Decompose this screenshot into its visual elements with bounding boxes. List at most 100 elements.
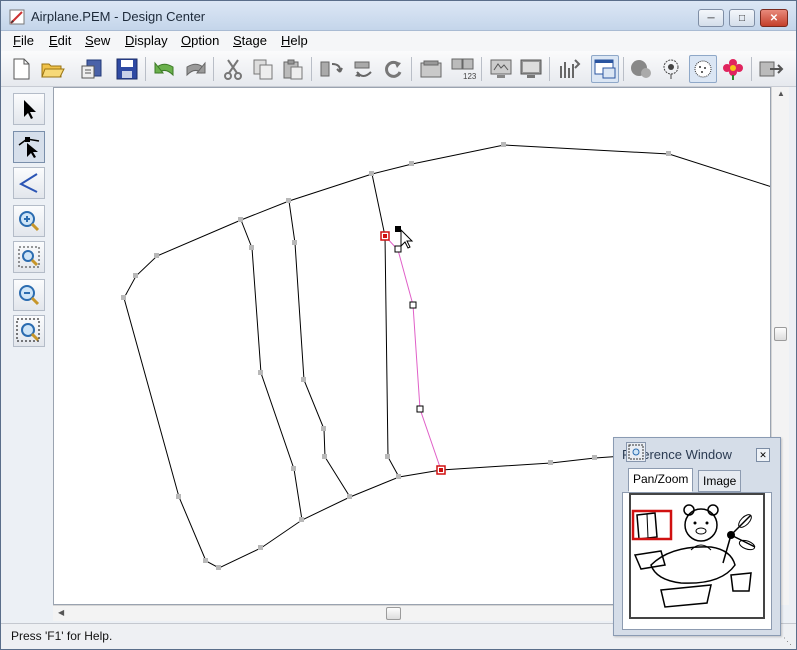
zoom-select-icon	[16, 318, 40, 342]
fit-view-button[interactable]	[626, 442, 646, 462]
redo-button[interactable]	[181, 55, 209, 83]
rotate-right-button[interactable]	[349, 55, 377, 83]
zoom-in-button[interactable]	[13, 205, 45, 237]
node-points[interactable]	[121, 142, 671, 570]
teddy-bear-airplane-image	[631, 504, 756, 608]
flower-color-button[interactable]	[719, 55, 747, 83]
control-handle[interactable]	[409, 301, 417, 309]
open-button[interactable]	[39, 55, 67, 83]
sequence-icon: 123	[451, 58, 476, 81]
flower-button[interactable]	[657, 55, 685, 83]
fill-button[interactable]	[689, 55, 717, 83]
app-icon	[9, 9, 25, 25]
frame-button[interactable]	[417, 55, 445, 83]
mouse-cursor-icon	[400, 228, 414, 249]
display-icon	[520, 59, 542, 78]
save-icon	[116, 58, 138, 80]
select-tool-button[interactable]	[13, 93, 45, 125]
reference-window-close-button[interactable]: ✕	[756, 448, 770, 462]
paste-button[interactable]	[279, 55, 307, 83]
import-icon	[81, 59, 102, 79]
minimize-button[interactable]: ─	[698, 9, 724, 27]
toolbar-separator	[549, 57, 550, 81]
fit-to-window-button[interactable]	[13, 241, 45, 273]
stitch-icon	[560, 59, 581, 78]
new-file-icon	[13, 58, 30, 80]
monitor-icon	[490, 59, 512, 78]
menu-edit[interactable]: Edit	[45, 33, 75, 48]
undo-icon	[154, 61, 174, 77]
copy-icon	[253, 59, 273, 80]
reference-window-button[interactable]	[591, 55, 619, 83]
toolbar-separator	[411, 57, 412, 81]
menu-bar: File Edit Sew Display Option Stage Help	[1, 31, 796, 51]
undo-button[interactable]	[151, 55, 179, 83]
export-icon	[759, 61, 784, 77]
menu-help[interactable]: Help	[277, 33, 312, 48]
active-node[interactable]	[395, 226, 401, 232]
save-button[interactable]	[113, 55, 141, 83]
selected-segment[interactable]	[384, 235, 442, 471]
title-bar[interactable]: Airplane.PEM - Design Center ─ □ ✕	[1, 1, 796, 31]
toolbar-separator	[623, 57, 624, 81]
monitor-button[interactable]	[487, 55, 515, 83]
cut-icon	[224, 59, 242, 80]
toolbar-separator	[751, 57, 752, 81]
fit-view-icon	[628, 444, 644, 460]
control-handle[interactable]	[416, 405, 424, 413]
tab-pan-zoom[interactable]: Pan/Zoom	[628, 468, 694, 492]
rotate-right-icon	[354, 61, 372, 77]
panel-line-3[interactable]	[371, 173, 400, 478]
zoom-out-button[interactable]	[13, 279, 45, 311]
close-icon: ✕	[759, 449, 767, 460]
zoom-in-icon	[19, 211, 40, 232]
menu-stage[interactable]: Stage	[229, 33, 271, 48]
refresh-button[interactable]	[379, 55, 407, 83]
maximize-button[interactable]: □	[729, 9, 755, 27]
control-handle[interactable]	[394, 245, 402, 253]
menu-display[interactable]: Display	[121, 33, 172, 48]
toolbar-separator	[311, 57, 312, 81]
import-button[interactable]	[77, 55, 105, 83]
menu-file[interactable]: File	[9, 33, 38, 48]
sequence-button[interactable]: 123	[449, 55, 477, 83]
point-edit-tool-button[interactable]	[13, 131, 45, 163]
scroll-left-icon[interactable]: ◀	[58, 608, 64, 617]
open-folder-icon	[41, 63, 65, 78]
flower-color-icon	[723, 59, 743, 80]
tab-image[interactable]: Image	[698, 470, 742, 492]
panel-line-2[interactable]	[288, 200, 351, 498]
new-button[interactable]	[7, 55, 35, 83]
copy-button[interactable]	[249, 55, 277, 83]
menu-sew[interactable]: Sew	[81, 33, 114, 48]
menu-option[interactable]: Option	[177, 33, 223, 48]
close-button[interactable]: ✕	[760, 9, 788, 27]
scroll-up-icon[interactable]: ▲	[777, 89, 785, 98]
horizontal-scroll-thumb[interactable]	[386, 607, 401, 620]
paste-icon	[283, 59, 303, 80]
close-icon: ✕	[769, 12, 779, 24]
main-window: Airplane.PEM - Design Center ─ □ ✕ File …	[0, 0, 797, 650]
select-arrow-icon	[24, 100, 36, 119]
display-button[interactable]	[517, 55, 545, 83]
redo-icon	[186, 61, 206, 77]
status-text: Press 'F1' for Help.	[11, 629, 113, 643]
color-button[interactable]	[627, 55, 655, 83]
vertical-scroll-thumb[interactable]	[774, 327, 787, 341]
svg-text:123: 123	[463, 72, 476, 81]
fill-icon	[694, 60, 712, 78]
tool-palette	[7, 87, 51, 357]
cut-button[interactable]	[219, 55, 247, 83]
zoom-select-button[interactable]	[13, 315, 45, 347]
reference-window-icon	[594, 59, 616, 79]
line-tool-button[interactable]	[13, 167, 45, 199]
rotate-left-button[interactable]	[317, 55, 345, 83]
frame-icon	[420, 60, 442, 78]
toolbar-separator	[213, 57, 214, 81]
reference-thumbnail[interactable]	[629, 493, 765, 619]
resize-grip-icon[interactable]: ⋱	[783, 636, 792, 647]
fit-to-window-icon	[18, 246, 40, 268]
panel-line-1[interactable]	[240, 219, 303, 521]
export-button[interactable]	[757, 55, 785, 83]
stitch-button[interactable]	[555, 55, 583, 83]
